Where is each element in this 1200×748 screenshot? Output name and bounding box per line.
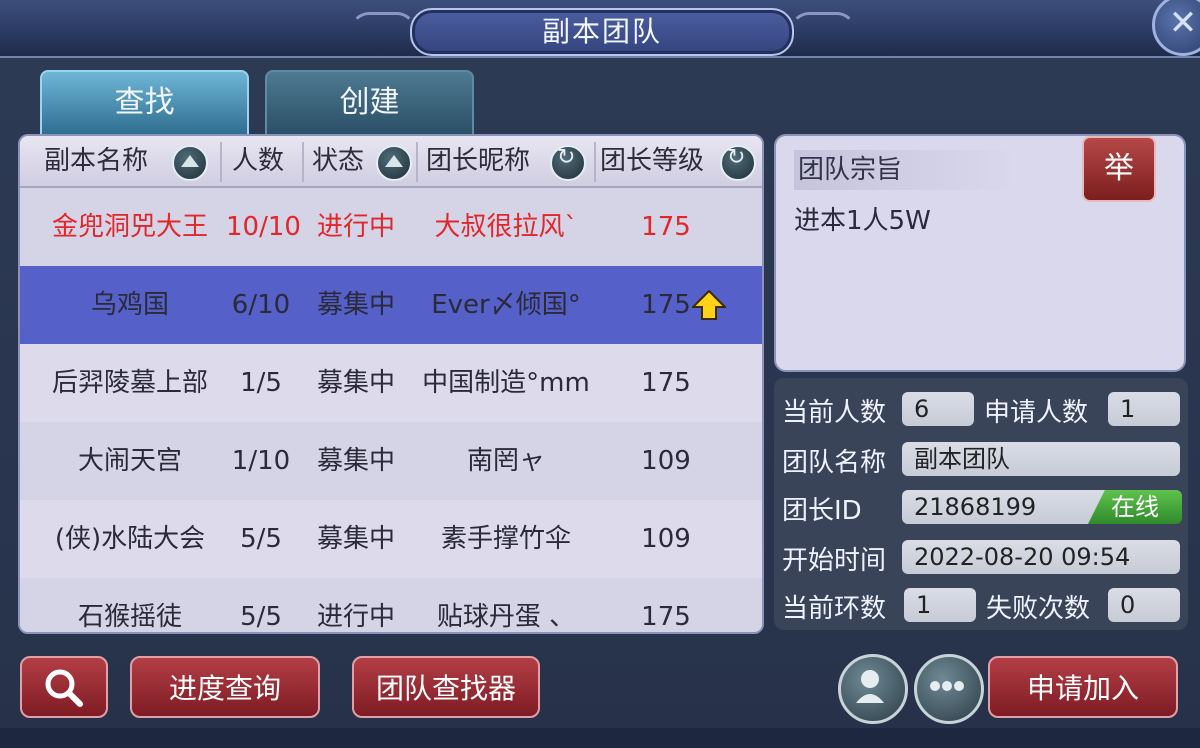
cell-leader: 大叔很拉风` <box>434 212 578 242</box>
swirl-ornament-left <box>350 12 416 50</box>
team-purpose-label: 团队宗旨 <box>794 150 1018 190</box>
tab-create[interactable]: 创建 <box>265 70 474 136</box>
table-row-selected[interactable]: 乌鸡国 6/10 募集中 Ever〆倾国° 175 <box>20 266 762 344</box>
progress-query-button[interactable]: 进度查询 <box>130 656 320 718</box>
table-row-partial[interactable]: 石猴摇徒 5/5 进行中 贴球丹蛋 、 175 <box>20 578 762 632</box>
team-finder-button[interactable]: 团队查找器 <box>352 656 540 718</box>
cell-leader: Ever〆倾国° <box>431 290 581 320</box>
profile-button[interactable] <box>838 654 908 724</box>
fail-count-label: 失败次数 <box>986 594 1091 624</box>
table-row[interactable]: (侠)水陆大会 5/5 募集中 素手撑竹伞 109 <box>20 500 762 578</box>
table-row[interactable]: 后羿陵墓上部 1/5 募集中 中国制造°mm 175 <box>20 344 762 422</box>
more-button[interactable] <box>914 654 984 724</box>
cell-count: 1/10 <box>231 446 291 476</box>
team-name-label: 团队名称 <box>782 448 887 478</box>
cell-level: 175 <box>641 368 691 398</box>
cell-dungeon-name: 后羿陵墓上部 <box>51 368 208 398</box>
cell-dungeon-name: 金兜洞兕大王 <box>51 212 208 242</box>
cell-leader: 素手撑竹伞 <box>440 524 571 554</box>
header-divider <box>416 142 418 182</box>
cell-level: 109 <box>641 446 691 476</box>
cell-status: 进行中 <box>316 602 395 632</box>
current-members-value: 6 <box>902 392 974 426</box>
title-bar: 副本团队 <box>0 0 1200 58</box>
cell-level: 109 <box>641 524 691 554</box>
applicants-value: 1 <box>1108 392 1180 426</box>
cell-status: 募集中 <box>316 290 395 320</box>
cell-status: 进行中 <box>316 212 395 242</box>
cell-leader: 中国制造°mm <box>422 368 590 398</box>
team-list: 副本名称 人数 状态 团长昵称 团长等级 金兜洞兕大王 10/10 进行中 大叔… <box>18 134 764 634</box>
cell-level: 175 <box>641 212 691 242</box>
round-label: 当前环数 <box>782 594 887 624</box>
header-leader-nickname: 团长昵称 <box>426 146 531 176</box>
cell-status: 募集中 <box>316 524 395 554</box>
cell-leader: 贴球丹蛋 、 <box>436 602 576 632</box>
window-title: 副本团队 <box>410 8 794 56</box>
cell-count: 5/5 <box>240 524 282 554</box>
cell-status: 募集中 <box>316 368 395 398</box>
search-icon <box>45 669 83 707</box>
header-divider <box>220 142 222 182</box>
header-dungeon-name: 副本名称 <box>44 146 149 176</box>
cell-leader: 南罔ャ <box>466 446 545 476</box>
cell-count: 6/10 <box>231 290 291 320</box>
sort-up-icon[interactable] <box>376 145 412 181</box>
applicants-label: 申请人数 <box>984 398 1089 428</box>
more-dots-icon <box>930 681 964 691</box>
team-name-value: 副本团队 <box>902 442 1180 476</box>
cell-count: 1/5 <box>240 368 282 398</box>
header-divider <box>302 142 304 182</box>
search-button[interactable] <box>20 656 108 718</box>
cell-dungeon-name: (侠)水陆大会 <box>54 524 206 554</box>
fail-count-value: 0 <box>1108 588 1180 622</box>
cell-level: 175 <box>641 602 691 632</box>
cell-count: 10/10 <box>226 212 301 242</box>
team-purpose-text: 进本1人5W <box>794 206 931 236</box>
swirl-ornament-right <box>790 12 856 50</box>
list-header: 副本名称 人数 状态 团长昵称 团长等级 <box>20 136 762 188</box>
team-purpose-panel: 团队宗旨 举 进本1人5W <box>774 134 1186 372</box>
tab-search[interactable]: 查找 <box>40 70 249 136</box>
table-row[interactable]: 金兜洞兕大王 10/10 进行中 大叔很拉风` 175 <box>20 188 762 266</box>
cell-dungeon-name: 大闹天宫 <box>77 446 182 476</box>
cell-count: 5/5 <box>240 602 282 632</box>
header-divider <box>594 142 596 182</box>
person-icon <box>856 670 884 703</box>
header-status: 状态 <box>312 146 365 176</box>
sort-up-icon[interactable] <box>172 145 208 181</box>
apply-join-button[interactable]: 申请加入 <box>988 656 1178 718</box>
leader-id-label: 团长ID <box>782 496 862 526</box>
cell-dungeon-name: 乌鸡国 <box>90 290 169 320</box>
start-time-value: 2022-08-20 09:54 <box>902 540 1180 574</box>
cell-status: 募集中 <box>316 446 395 476</box>
report-button[interactable]: 举 <box>1082 136 1156 202</box>
sort-toggle-icon[interactable] <box>720 145 756 181</box>
sort-toggle-icon[interactable] <box>550 145 586 181</box>
level-up-arrow-icon <box>692 290 726 320</box>
cell-dungeon-name: 石猴摇徒 <box>77 602 182 632</box>
round-value: 1 <box>904 588 976 622</box>
header-count: 人数 <box>232 146 285 176</box>
start-time-label: 开始时间 <box>782 546 887 576</box>
table-row[interactable]: 大闹天宫 1/10 募集中 南罔ャ 109 <box>20 422 762 500</box>
bottom-edge <box>0 728 1200 748</box>
header-leader-level: 团长等级 <box>600 146 705 176</box>
current-members-label: 当前人数 <box>782 398 887 428</box>
